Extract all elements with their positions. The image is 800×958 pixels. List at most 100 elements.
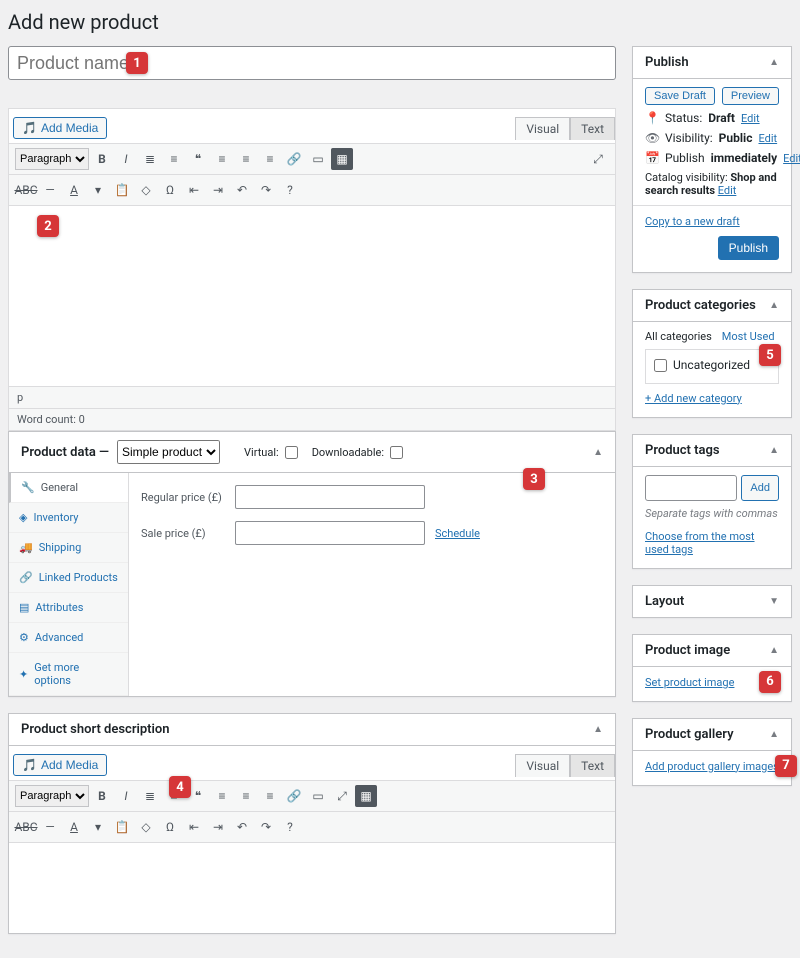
edit-visibility-link[interactable]: Edit [758, 132, 777, 145]
bullet-list-button[interactable]: ≣ [139, 785, 161, 807]
product-name-input[interactable] [8, 46, 616, 80]
fullscreen-button[interactable]: ⤢ [331, 785, 353, 807]
align-right-button[interactable]: ≡ [259, 785, 281, 807]
special-char-button[interactable]: Ω [159, 179, 181, 201]
toggle-publish[interactable]: ▲ [769, 57, 779, 68]
paste-text-button[interactable]: 📋 [111, 179, 133, 201]
pd-tab-shipping[interactable]: 🚚Shipping [9, 533, 128, 563]
add-category-link[interactable]: + Add new category [645, 392, 742, 405]
insert-more-button[interactable]: ▭ [307, 785, 329, 807]
sale-price-input[interactable] [235, 521, 425, 545]
toggle-categories[interactable]: ▲ [769, 300, 779, 311]
tab-text-short[interactable]: Text [570, 754, 615, 777]
link-button[interactable]: 🔗 [283, 148, 305, 170]
outdent-button[interactable]: ⇤ [183, 179, 205, 201]
hr-button[interactable]: — [39, 816, 61, 838]
add-media-button-short[interactable]: 🎵 Add Media [13, 754, 107, 776]
publish-heading: Publish [645, 55, 689, 70]
set-product-image-link[interactable]: Set product image [645, 676, 734, 689]
short-editor-area[interactable] [9, 843, 615, 933]
help-button[interactable]: ? [279, 179, 301, 201]
pd-tab-inventory[interactable]: ◈Inventory [9, 503, 128, 533]
link-button[interactable]: 🔗 [283, 785, 305, 807]
align-center-button[interactable]: ≡ [235, 148, 257, 170]
special-char-button[interactable]: Ω [159, 816, 181, 838]
save-draft-button[interactable]: Save Draft [645, 87, 715, 105]
clear-format-button[interactable]: ◇ [135, 179, 157, 201]
format-select[interactable]: Paragraph [15, 148, 89, 170]
add-tag-button[interactable]: Add [741, 475, 779, 501]
clear-format-button[interactable]: ◇ [135, 816, 157, 838]
text-color-button[interactable]: A [63, 179, 85, 201]
downloadable-checkbox[interactable] [390, 446, 403, 459]
edit-publish-link[interactable]: Edit [783, 152, 800, 165]
downloadable-checkbox-label[interactable]: Downloadable: [312, 446, 403, 459]
pd-tab-advanced[interactable]: ⚙Advanced [9, 623, 128, 653]
bullet-list-button[interactable]: ≣ [139, 148, 161, 170]
redo-button[interactable]: ↷ [255, 816, 277, 838]
hr-button[interactable]: — [39, 179, 61, 201]
insert-more-button[interactable]: ▭ [307, 148, 329, 170]
choose-tags-link[interactable]: Choose from the most used tags [645, 530, 779, 556]
outdent-button[interactable]: ⇤ [183, 816, 205, 838]
toolbar-toggle-button[interactable]: ▦ [331, 148, 353, 170]
uncategorized-checkbox[interactable] [654, 359, 667, 372]
tab-text[interactable]: Text [570, 117, 615, 140]
pd-tab-attributes[interactable]: ▤Attributes [9, 593, 128, 623]
align-left-button[interactable]: ≡ [211, 148, 233, 170]
add-media-button[interactable]: 🎵 Add Media [13, 117, 107, 139]
tab-visual[interactable]: Visual [515, 117, 570, 140]
help-button[interactable]: ? [279, 816, 301, 838]
text-color-button[interactable]: A [63, 816, 85, 838]
virtual-checkbox[interactable] [285, 446, 298, 459]
italic-button[interactable]: I [115, 785, 137, 807]
edit-catalog-link[interactable]: Edit [718, 184, 737, 197]
title-row: 1 [8, 46, 616, 80]
tag-input[interactable] [645, 475, 737, 501]
format-select-short[interactable]: Paragraph [15, 785, 89, 807]
bold-button[interactable]: B [91, 148, 113, 170]
edit-status-link[interactable]: Edit [741, 112, 760, 125]
pd-tab-more[interactable]: ✦Get more options [9, 653, 128, 696]
undo-button[interactable]: ↶ [231, 179, 253, 201]
toolbar-toggle-button[interactable]: ▦ [355, 785, 377, 807]
toggle-short-desc[interactable]: ▲ [593, 724, 603, 735]
strikethrough-button[interactable]: ABC [15, 816, 37, 838]
publish-button[interactable]: Publish [718, 236, 779, 260]
bold-button[interactable]: B [91, 785, 113, 807]
redo-button[interactable]: ↷ [255, 179, 277, 201]
virtual-checkbox-label[interactable]: Virtual: [244, 446, 298, 459]
chevron-down-icon[interactable]: ▾ [87, 179, 109, 201]
fullscreen-button[interactable]: ⤢ [587, 148, 609, 170]
editor-content-area[interactable] [9, 206, 615, 386]
pd-tab-general[interactable]: 🔧General [9, 473, 128, 503]
cat-tab-all[interactable]: All categories [645, 330, 712, 343]
add-gallery-images-link[interactable]: Add product gallery images [645, 760, 779, 773]
copy-draft-link[interactable]: Copy to a new draft [645, 215, 740, 228]
category-uncategorized[interactable]: Uncategorized [654, 358, 750, 372]
schedule-link[interactable]: Schedule [435, 527, 480, 540]
indent-button[interactable]: ⇥ [207, 179, 229, 201]
blockquote-button[interactable]: ❝ [187, 148, 209, 170]
chevron-down-icon[interactable]: ▾ [87, 816, 109, 838]
align-left-button[interactable]: ≡ [211, 785, 233, 807]
strikethrough-button[interactable]: ABC [15, 179, 37, 201]
toggle-gallery[interactable]: ▲ [769, 729, 779, 740]
numbered-list-button[interactable]: ≡ [163, 148, 185, 170]
toggle-layout[interactable]: ▼ [769, 596, 779, 607]
tab-visual-short[interactable]: Visual [515, 754, 570, 777]
indent-button[interactable]: ⇥ [207, 816, 229, 838]
pd-tab-linked[interactable]: 🔗Linked Products [9, 563, 128, 593]
toggle-image[interactable]: ▲ [769, 645, 779, 656]
toggle-tags[interactable]: ▲ [769, 445, 779, 456]
toggle-product-data[interactable]: ▲ [593, 447, 603, 458]
paste-text-button[interactable]: 📋 [111, 816, 133, 838]
italic-button[interactable]: I [115, 148, 137, 170]
undo-button[interactable]: ↶ [231, 816, 253, 838]
product-type-select[interactable]: Simple product [117, 440, 220, 464]
regular-price-input[interactable] [235, 485, 425, 509]
align-right-button[interactable]: ≡ [259, 148, 281, 170]
preview-button[interactable]: Preview [722, 87, 779, 105]
cat-tab-most[interactable]: Most Used [722, 330, 775, 343]
align-center-button[interactable]: ≡ [235, 785, 257, 807]
